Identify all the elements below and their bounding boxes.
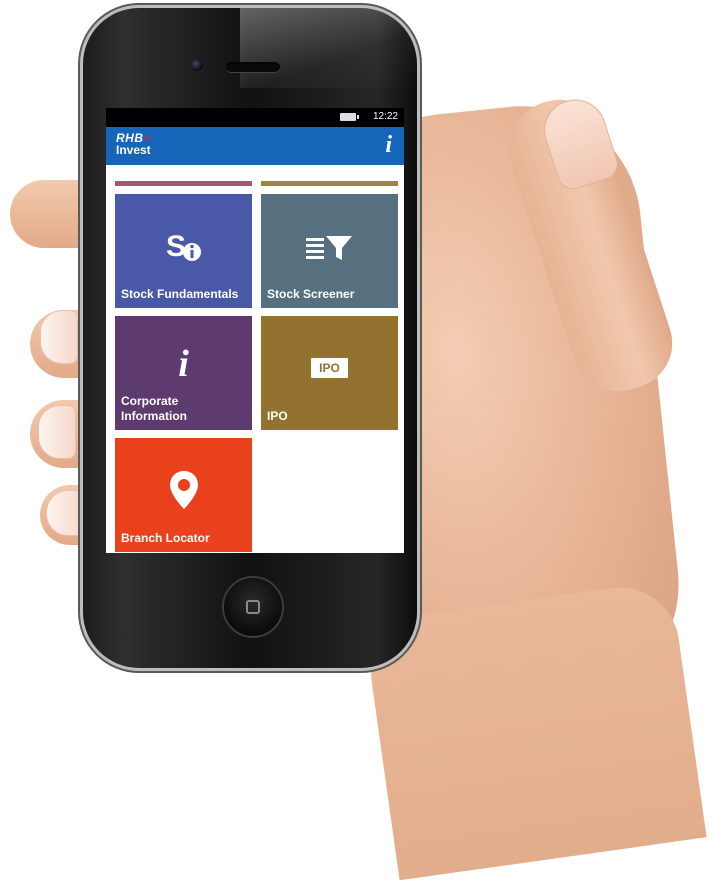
status-bar: 12:22 (106, 108, 404, 127)
info-button[interactable]: i (385, 133, 392, 157)
finger-nail (46, 490, 84, 536)
battery-icon (340, 113, 359, 121)
brand-invest: Invest (116, 143, 151, 157)
tile-label: Corporate Information (121, 394, 187, 423)
tile-ipo[interactable]: IPO IPO (261, 316, 398, 430)
status-time: 12:22 (372, 111, 398, 122)
accent-bar-left (115, 181, 252, 186)
front-camera (191, 59, 203, 71)
tile-stock-screener[interactable]: Stock Screener (261, 194, 398, 308)
finger-nail (40, 310, 78, 364)
map-pin-icon (115, 470, 252, 515)
brand-logo: RHB+ Invest (116, 132, 151, 156)
svg-text:S: S (166, 230, 186, 263)
stock-fundamentals-icon: S (115, 228, 252, 269)
ipo-badge-text: IPO (311, 358, 348, 378)
tile-label: Stock Fundamentals (121, 287, 239, 301)
accent-bar-right (261, 181, 398, 186)
tile-corporate-information[interactable]: i Corporate Information (115, 316, 252, 430)
tile-branch-locator[interactable]: Branch Locator (115, 438, 252, 552)
tile-stock-fundamentals[interactable]: S Stock Fundamentals (115, 194, 252, 308)
earpiece (226, 62, 280, 72)
tile-label: IPO (267, 409, 288, 423)
ipo-badge-icon: IPO (261, 358, 398, 378)
home-button[interactable] (222, 576, 284, 638)
home-button-icon (246, 600, 260, 614)
screen-glare (240, 8, 417, 88)
tile-label: Branch Locator (121, 531, 210, 545)
filter-funnel-icon (261, 232, 398, 267)
tile-label: Stock Screener (267, 287, 355, 301)
app-screen: 12:22 RHB+ Invest i S Stock Fundamentals (106, 108, 404, 553)
finger-nail (38, 405, 76, 459)
info-icon: i (178, 343, 189, 385)
app-header: RHB+ Invest i (106, 127, 404, 165)
